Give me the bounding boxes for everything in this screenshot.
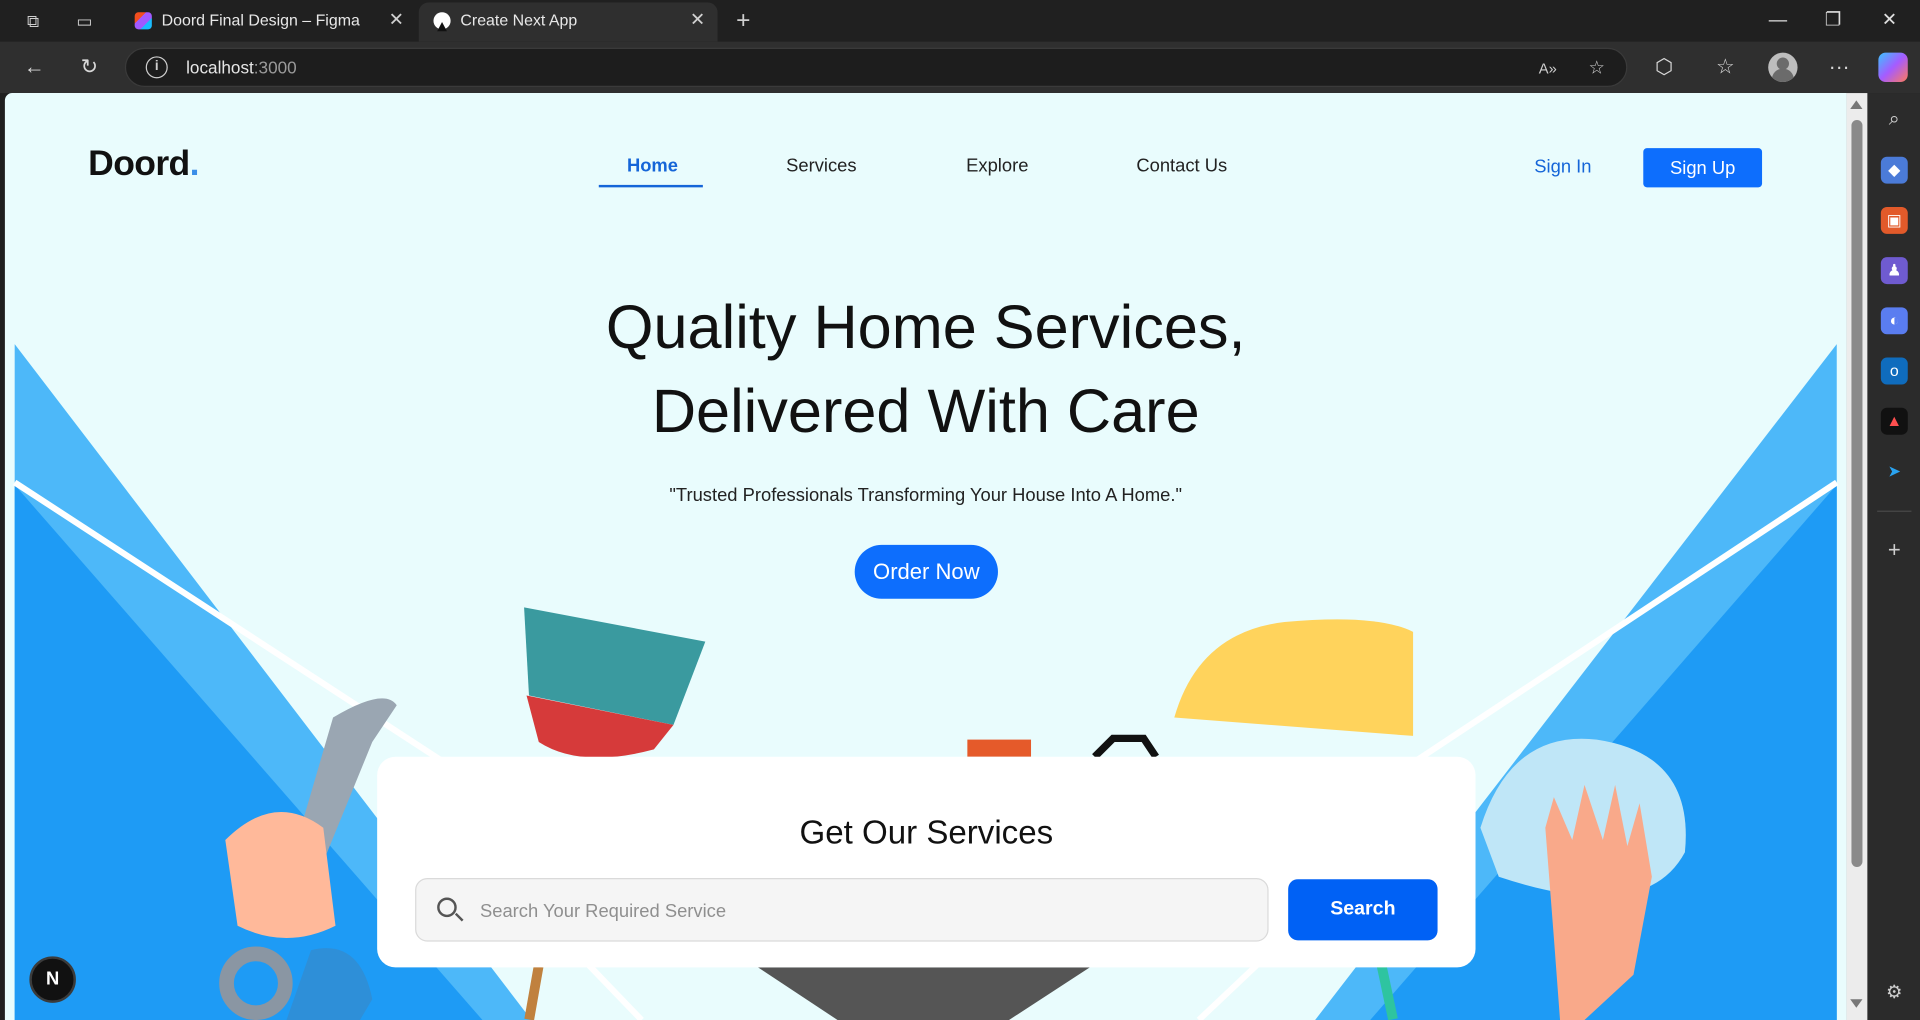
scrollbar-thumb[interactable]	[1851, 120, 1863, 867]
back-icon[interactable]: ←	[20, 53, 49, 82]
restore-icon[interactable]: ❐	[1805, 0, 1861, 42]
adobe-icon[interactable]: ▲	[1880, 407, 1908, 435]
figma-icon	[134, 12, 152, 30]
hero-subtitle: "Trusted Professionals Transforming Your…	[669, 484, 1183, 506]
sign-up-button[interactable]: Sign Up	[1643, 148, 1763, 188]
tab-title: Doord Final Design – Figma	[161, 11, 360, 30]
favorites-icon[interactable]: ☆	[1711, 53, 1740, 82]
more-options-icon[interactable]: ···	[1825, 53, 1854, 82]
search-icon[interactable]: ⌕	[1881, 107, 1908, 134]
send-icon[interactable]: ➤	[1881, 458, 1908, 485]
tools-briefcase-icon[interactable]: ▣	[1880, 206, 1908, 234]
minimize-icon[interactable]: —	[1750, 0, 1806, 42]
nextjs-dev-badge[interactable]: N	[29, 956, 76, 1003]
address-bar[interactable]: i localhost:3000 A» ☆	[124, 47, 1628, 87]
edge-sidebar: ⌕ ◆ ▣ ♟ ◐ o ▲ ➤ + ⚙	[1867, 93, 1920, 1020]
close-tab-icon[interactable]: ✕	[389, 2, 404, 39]
order-now-button[interactable]: Order Now	[854, 544, 998, 599]
favorite-star-icon[interactable]: ☆	[1585, 56, 1609, 80]
service-search-box[interactable]	[415, 877, 1269, 942]
hero-title-line-2: Delivered With Care	[651, 377, 1200, 446]
search-icon	[437, 897, 457, 918]
nextjs-favicon-icon	[433, 12, 451, 32]
vertical-tabs-icon[interactable]: ▭	[72, 9, 96, 33]
tab-create-next-app[interactable]: Create Next App ✕	[418, 2, 718, 42]
copilot-icon[interactable]	[1878, 52, 1908, 83]
services-heading: Get Our Services	[799, 814, 1054, 852]
site-logo[interactable]: Doord.	[88, 144, 199, 184]
services-search-card: Get Our Services Search	[377, 756, 1476, 968]
hand-holding-wrench-illustration	[225, 812, 336, 938]
service-search-input[interactable]	[480, 896, 1240, 926]
paint-can-illustration	[967, 739, 1032, 757]
profile-avatar[interactable]	[1768, 52, 1798, 83]
browser-toolbar: ← ↻ i localhost:3000 A» ☆ ⬡ ☆ ···	[0, 41, 1920, 94]
outlook-icon[interactable]: o	[1880, 357, 1908, 385]
sidebar-settings-icon[interactable]: ⚙	[1881, 980, 1908, 1007]
hero-title-line-1: Quality Home Services,	[605, 292, 1246, 362]
page-viewport: Doord. Home Services Explore Contact Us …	[4, 93, 1847, 1020]
shopping-tag-icon[interactable]: ◆	[1880, 156, 1908, 184]
bucket-handle-illustration	[1092, 734, 1159, 760]
extensions-icon[interactable]: ⬡	[1649, 53, 1678, 82]
nav-contact-us[interactable]: Contact Us	[1136, 156, 1227, 177]
close-window-icon[interactable]: ✕	[1861, 0, 1917, 42]
page-scrollbar[interactable]	[1846, 93, 1868, 1020]
add-sidebar-icon[interactable]: +	[1881, 536, 1908, 563]
new-tab-icon[interactable]: +	[731, 9, 755, 33]
hero-title: Quality Home Services, Delivered With Ca…	[5, 285, 1847, 454]
nav-services[interactable]: Services	[786, 156, 856, 177]
site-info-icon[interactable]: i	[145, 56, 168, 79]
sign-in-link[interactable]: Sign In	[1534, 157, 1591, 178]
search-button[interactable]: Search	[1288, 879, 1438, 941]
sidebar-divider	[1877, 510, 1912, 512]
tab-title: Create Next App	[460, 11, 578, 30]
copilot-sidebar-icon[interactable]: ◐	[1880, 307, 1908, 335]
scroll-down-arrow-icon[interactable]	[1850, 999, 1863, 1008]
nav-explore[interactable]: Explore	[966, 156, 1028, 177]
browser-tab-strip: ⧉ ▭ Doord Final Design – Figma ✕ Create …	[0, 0, 1920, 42]
games-icon[interactable]: ♟	[1880, 257, 1908, 285]
nav-home[interactable]: Home	[627, 156, 678, 177]
scroll-up-arrow-icon[interactable]	[1850, 100, 1863, 109]
workspaces-icon[interactable]: ⧉	[21, 9, 45, 33]
close-tab-icon[interactable]: ✕	[690, 2, 705, 39]
tab-figma[interactable]: Doord Final Design – Figma ✕	[120, 2, 416, 41]
nav-active-underline	[598, 184, 703, 188]
broom-illustration	[1174, 619, 1414, 736]
refresh-icon[interactable]: ↻	[75, 53, 104, 82]
read-aloud-icon[interactable]: A»	[1536, 56, 1560, 80]
url-text: localhost:3000	[186, 57, 297, 78]
